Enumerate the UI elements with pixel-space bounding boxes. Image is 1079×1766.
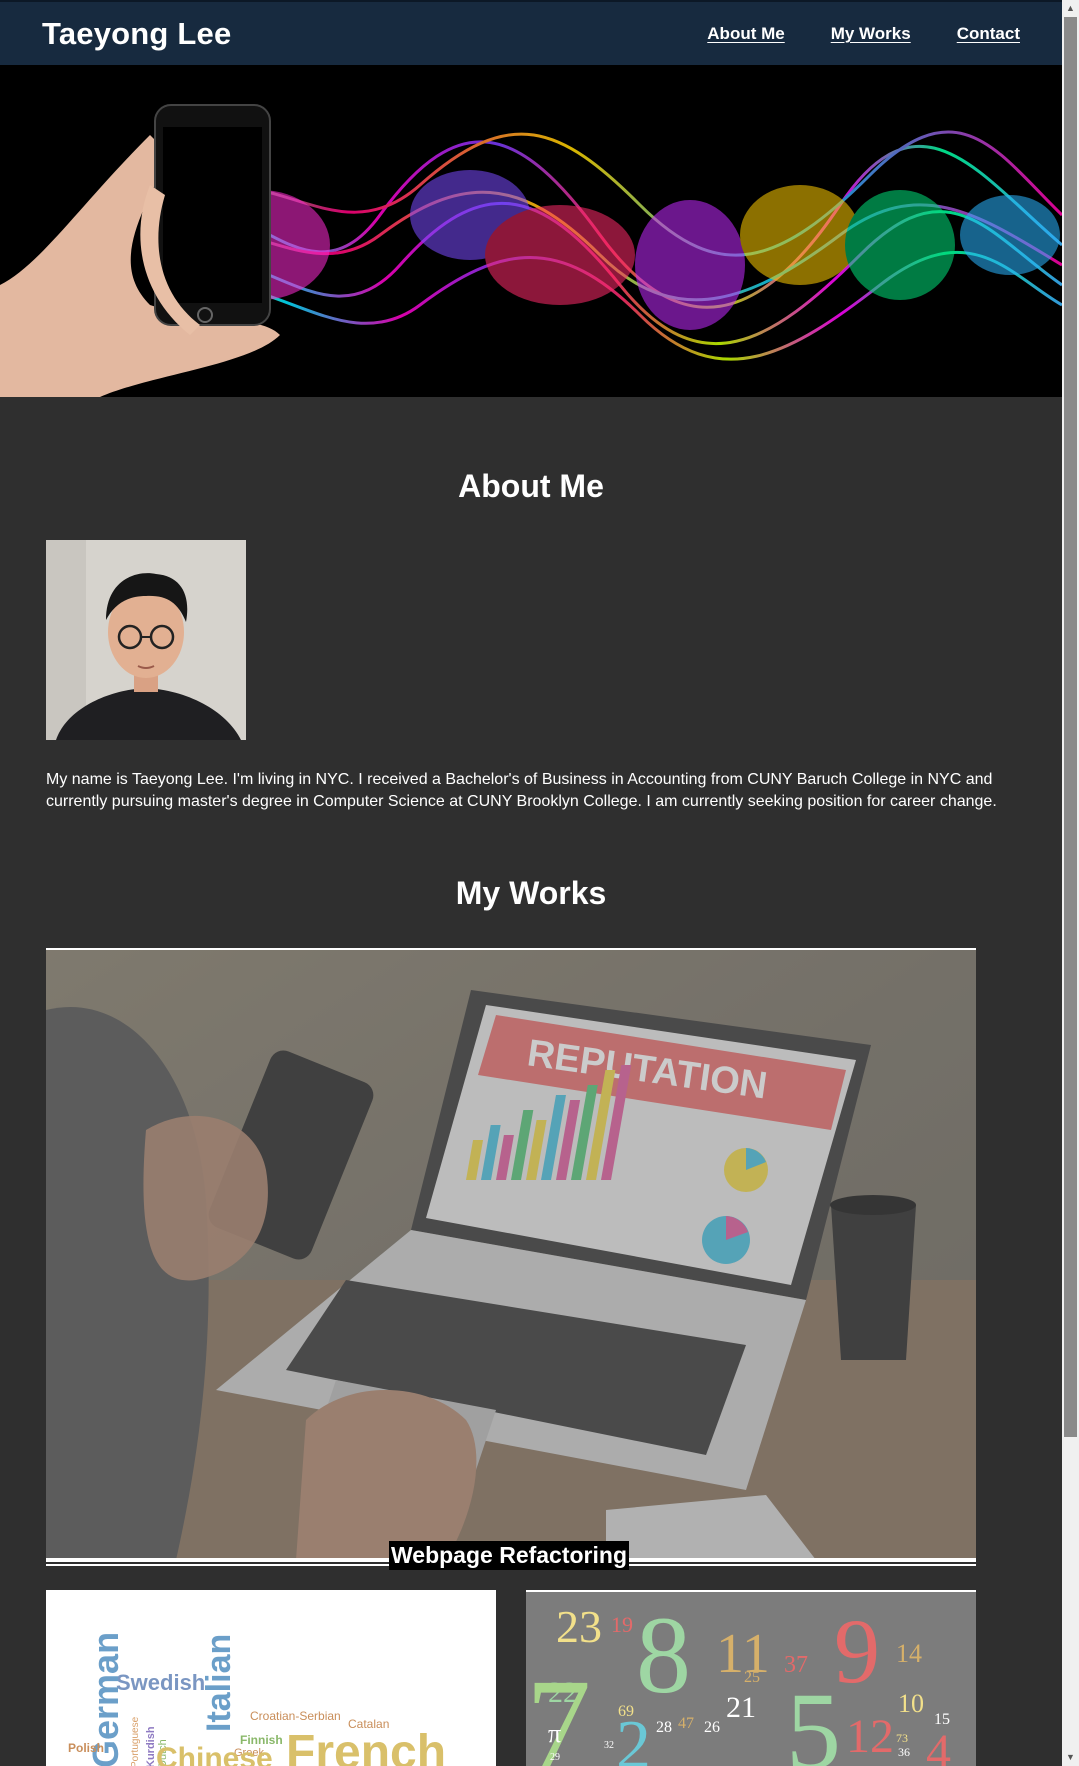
svg-text:Croatian-Serbian: Croatian-Serbian	[250, 1709, 341, 1723]
svg-text:32: 32	[604, 1740, 614, 1751]
about-bio-text: My name is Taeyong Lee. I'm living in NY…	[46, 771, 997, 810]
svg-text:8: 8	[636, 1594, 691, 1716]
scrollbar-thumb[interactable]	[1064, 17, 1077, 1437]
featured-work-caption[interactable]: Webpage Refactoring	[389, 1541, 629, 1570]
work-thumbnail-numbers[interactable]: 23 19 8 11 37 9 14 22 7 25 21 10 15 69 5…	[526, 1590, 976, 1766]
svg-text:28: 28	[656, 1719, 672, 1736]
scroll-up-arrow-icon[interactable]: ▲	[1062, 0, 1079, 17]
svg-text:π: π	[548, 1719, 561, 1748]
profile-photo	[46, 540, 246, 740]
svg-text:14: 14	[896, 1639, 922, 1668]
nav-about-me-link[interactable]: About Me	[707, 24, 784, 44]
svg-text:Catalan: Catalan	[348, 1717, 389, 1731]
svg-text:10: 10	[898, 1689, 924, 1718]
svg-text:19: 19	[611, 1612, 633, 1637]
svg-text:5: 5	[786, 1670, 841, 1766]
svg-text:2: 2	[616, 1707, 651, 1766]
page: Taeyong Lee About Me My Works Contact Ab…	[0, 0, 1062, 1766]
svg-text:47: 47	[678, 1715, 694, 1732]
svg-text:26: 26	[704, 1719, 720, 1736]
svg-text:7: 7	[526, 1653, 591, 1766]
numbers-image: 23 19 8 11 37 9 14 22 7 25 21 10 15 69 5…	[526, 1592, 976, 1766]
hero-banner	[0, 65, 1062, 397]
svg-text:36: 36	[898, 1745, 910, 1759]
hero-image	[0, 104, 1062, 397]
scroll-down-arrow-icon[interactable]: ▼	[1062, 1749, 1079, 1766]
svg-text:25: 25	[744, 1669, 760, 1686]
svg-text:Swedish: Swedish	[116, 1670, 205, 1695]
my-works-heading: My Works	[455, 875, 607, 911]
svg-text:4: 4	[926, 1723, 951, 1766]
svg-text:French: French	[286, 1726, 446, 1766]
svg-text:73: 73	[896, 1731, 908, 1745]
featured-work-image[interactable]: REPUTATION	[46, 950, 976, 1560]
svg-text:21: 21	[726, 1691, 756, 1724]
site-brand[interactable]: Taeyong Lee	[42, 16, 231, 52]
svg-text:Italian: Italian	[200, 1634, 238, 1732]
wordcloud-image: Swedish Italian French German Polish Fin…	[46, 1592, 496, 1766]
featured-work-card[interactable]: REPUTATION Webpage Refactoring	[46, 948, 976, 1570]
nav-my-works-link[interactable]: My Works	[831, 24, 911, 44]
svg-text:11: 11	[716, 1623, 770, 1685]
main-nav: About Me My Works Contact	[707, 24, 1020, 44]
page-scrollbar[interactable]: ▲ ▼	[1062, 0, 1079, 1766]
svg-text:29: 29	[550, 1752, 560, 1763]
svg-text:12: 12	[846, 1710, 894, 1763]
about-me-heading: About Me	[458, 468, 604, 504]
svg-text:Portuguese: Portuguese	[130, 1716, 141, 1766]
nav-contact-link[interactable]: Contact	[957, 24, 1020, 44]
work-thumbnail-wordcloud[interactable]: Swedish Italian French German Polish Fin…	[46, 1590, 496, 1766]
top-navbar: Taeyong Lee About Me My Works Contact	[0, 0, 1062, 65]
svg-text:Chinese: Chinese	[156, 1742, 273, 1766]
svg-text:23: 23	[556, 1601, 602, 1652]
svg-text:Polish: Polish	[68, 1741, 104, 1755]
